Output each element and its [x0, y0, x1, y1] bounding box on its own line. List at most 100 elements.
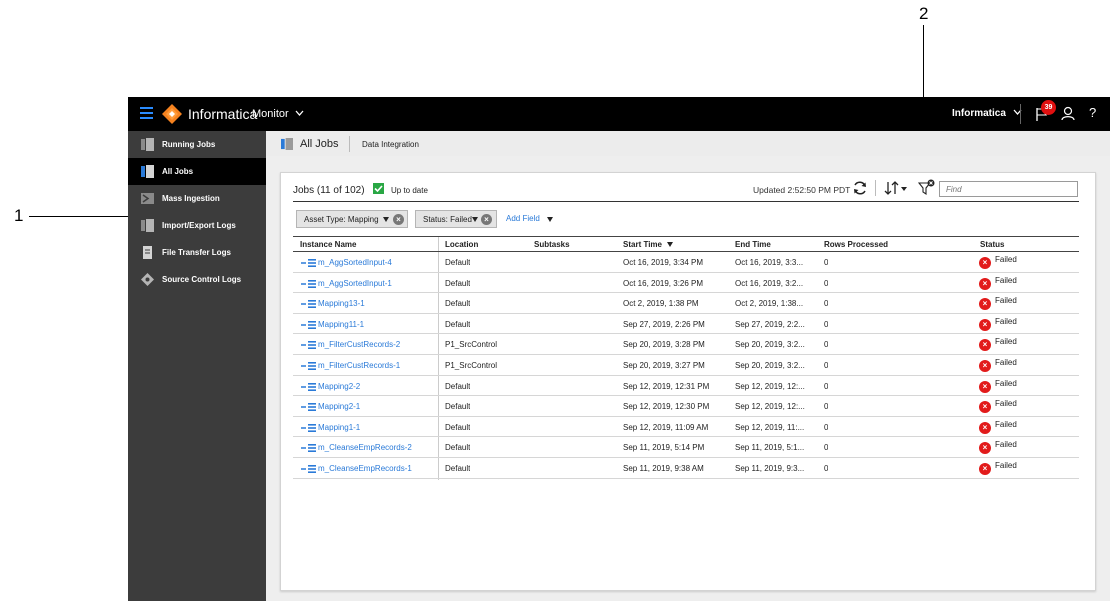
failed-icon: × [979, 462, 991, 475]
rows-processed-cell: 0 [824, 278, 829, 288]
help-icon[interactable]: ? [1089, 105, 1096, 120]
instance-name-link[interactable]: m_AggSortedInput-1 [318, 279, 392, 288]
callout-number-1: 1 [14, 206, 24, 225]
sidebar-item-mass-ingestion[interactable]: Mass Ingestion [128, 185, 266, 212]
chevron-down-icon[interactable] [547, 217, 553, 222]
org-name: Informatica [952, 108, 1006, 119]
end-time-cell: Sep 12, 2019, 12:... [735, 402, 805, 412]
rows-processed-cell: 0 [824, 299, 829, 309]
table-row[interactable]: Mapping13-1 Default Oct 2, 2019, 1:38 PM Oc… [293, 293, 1079, 314]
notification-badge: 39 [1041, 100, 1056, 115]
table-row[interactable]: m_CleanseEmpRecords-1 Default Sep 11, 2019… [293, 458, 1079, 479]
rows-processed-cell: 0 [824, 463, 829, 473]
table-row[interactable]: Mapping11-1 Default Sep 27, 2019, 2:26 PM S… [293, 314, 1079, 335]
clear-icon[interactable]: × [393, 214, 404, 225]
instance-name-link[interactable]: m_FilterCustRecords-1 [318, 361, 400, 370]
jobs-panel: Jobs (11 of 102) Up to date Updated 2:52… [280, 172, 1096, 591]
rows-processed-cell: 0 [824, 443, 829, 453]
sidebar-item-all-jobs[interactable]: All Jobs [128, 158, 266, 185]
location-cell: Default [445, 299, 471, 309]
status-cell: Failed [995, 440, 1017, 450]
table-row[interactable]: m_AggSortedInput-1 Default Oct 16, 2019, 3… [293, 273, 1079, 294]
instance-name-link[interactable]: m_AggSortedInput-4 [318, 258, 392, 267]
status-cell: Failed [995, 296, 1017, 306]
instance-name-link[interactable]: Mapping2-1 [318, 402, 360, 411]
rows-processed-cell: 0 [824, 381, 829, 391]
column-header-label: Start Time [623, 240, 662, 249]
filter-label: Status: Failed [423, 215, 472, 224]
user-icon[interactable] [1061, 106, 1075, 121]
table-row[interactable]: Mapping2-1 Default Sep 12, 2019, 12:30 PM S… [293, 396, 1079, 417]
end-time-cell: Oct 16, 2019, 3:2... [735, 278, 804, 288]
sidebar-item-label: Import/Export Logs [162, 221, 236, 230]
toolbar-divider [875, 180, 876, 196]
mapping-icon [301, 279, 316, 288]
asset-type-filter[interactable]: Asset Type: Mapping × [296, 210, 408, 228]
table-row[interactable]: Mapping2-2 Default Sep 12, 2019, 12:31 PM S… [293, 376, 1079, 397]
sort-icon[interactable] [883, 180, 909, 196]
column-header-rows-processed[interactable]: Rows Processed [824, 240, 888, 249]
app-switcher[interactable]: Monitor [252, 108, 304, 120]
table-row[interactable]: m_FilterCustRecords-2 P1_SrcControl Sep 20… [293, 334, 1079, 355]
jobs-count: Jobs (11 of 102) [293, 185, 365, 196]
status-cell: Failed [995, 275, 1017, 285]
clear-icon[interactable]: × [481, 214, 492, 225]
status-cell: Failed [995, 460, 1017, 470]
instance-name-link[interactable]: Mapping13-1 [318, 299, 365, 308]
mapping-icon [301, 444, 316, 453]
sidebar-item-running-jobs[interactable]: Running Jobs [128, 131, 266, 158]
find-input[interactable] [939, 181, 1078, 197]
instance-name-link[interactable]: m_CleanseEmpRecords-1 [318, 464, 412, 473]
location-cell: Default [445, 443, 471, 453]
mapping-icon [301, 259, 316, 267]
instance-name-link[interactable]: Mapping11-1 [318, 320, 364, 329]
failed-icon: × [979, 380, 991, 393]
table-row[interactable]: m_CleanseEmpRecords-2 Default Sep 11, 2019… [293, 437, 1079, 458]
instance-name-link[interactable]: Mapping2-2 [318, 382, 360, 391]
top-bar: Informatica Monitor Informatica 39 ? [128, 97, 1110, 131]
sidebar-item-import-export-logs[interactable]: Import/Export Logs [128, 212, 266, 239]
tab-data-integration[interactable]: Data Integration [362, 140, 419, 149]
sidebar-item-file-transfer-logs[interactable]: File Transfer Logs [128, 239, 266, 266]
column-header-subtasks[interactable]: Subtasks [534, 240, 570, 249]
mapping-icon [301, 464, 316, 473]
breadcrumb-divider [349, 136, 350, 152]
start-time-cell: Sep 27, 2019, 2:26 PM [623, 319, 705, 329]
refresh-icon[interactable] [852, 180, 868, 196]
instance-name-link[interactable]: m_CleanseEmpRecords-2 [318, 443, 412, 452]
filter-icon[interactable] [918, 179, 935, 196]
sidebar-item-label: Source Control Logs [162, 275, 242, 284]
failed-icon: × [979, 298, 991, 311]
chevron-down-icon [383, 217, 389, 222]
column-header-location[interactable]: Location [445, 240, 478, 249]
table-row[interactable]: Mapping1-1 Default Sep 12, 2019, 11:09 AM S… [293, 417, 1079, 438]
mapping-icon [301, 300, 316, 309]
rows-processed-cell: 0 [824, 258, 829, 267]
instance-name-link[interactable]: m_FilterCustRecords-2 [318, 340, 400, 349]
org-switcher[interactable]: Informatica [952, 108, 1022, 119]
sidebar-item-source-control-logs[interactable]: Source Control Logs [128, 266, 266, 293]
add-field-link[interactable]: Add Field [506, 214, 540, 223]
table-header: Instance Name Location Subtasks Start Ti… [293, 236, 1079, 252]
filter-label: Asset Type: Mapping [304, 215, 379, 224]
start-time-cell: Sep 11, 2019, 5:14 PM [623, 443, 705, 453]
status-cell: Failed [995, 419, 1017, 429]
check-icon [373, 183, 384, 194]
status-filter[interactable]: Status: Failed × [415, 210, 497, 228]
column-header-end-time[interactable]: End Time [735, 240, 771, 249]
source-control-icon [141, 273, 154, 286]
hamburger-icon[interactable] [140, 107, 153, 119]
up-to-date-status: Up to date [391, 186, 428, 195]
failed-icon: × [979, 318, 991, 331]
column-header-status[interactable]: Status [980, 240, 1004, 249]
sidebar-item-label: File Transfer Logs [162, 248, 231, 257]
failed-icon: × [979, 277, 991, 290]
informatica-logo [162, 104, 182, 124]
location-cell: Default [445, 402, 471, 412]
status-cell: Failed [995, 357, 1017, 367]
table-row[interactable]: m_AggSortedInput-4 Default Oct 16, 2019, 3… [293, 252, 1079, 273]
column-header-start-time[interactable]: Start Time [623, 240, 673, 249]
table-row[interactable]: m_FilterCustRecords-1 P1_SrcControl Sep 20… [293, 355, 1079, 376]
instance-name-link[interactable]: Mapping1-1 [318, 423, 360, 432]
column-header-instance-name[interactable]: Instance Name [300, 240, 356, 249]
